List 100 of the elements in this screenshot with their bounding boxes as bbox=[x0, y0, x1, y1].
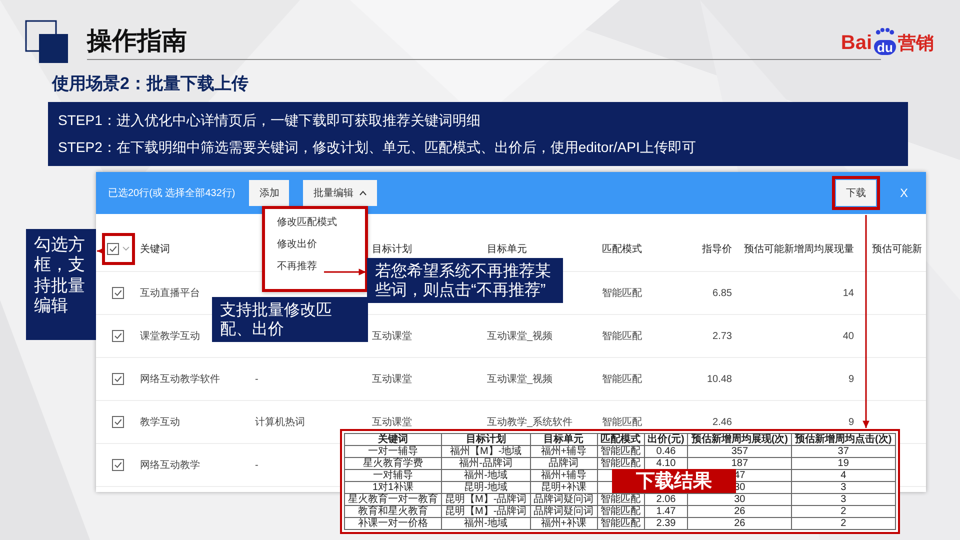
chevron-icon bbox=[122, 246, 130, 252]
table-cell: 智能匹配 bbox=[597, 506, 644, 518]
step-text: STEP2：在下载明细中筛选需要关键词，修改计划、单元、匹配模式、出价后，使用editor/API上传即可 bbox=[58, 138, 697, 156]
result-label: 下载结果 bbox=[612, 469, 736, 493]
checkbox[interactable] bbox=[112, 287, 124, 299]
table-cell: 1对1补课 bbox=[344, 482, 442, 494]
callout-note: 支持批量修改匹配、出价 bbox=[212, 297, 368, 342]
table-cell: 昆明【M】-品牌词 bbox=[442, 494, 530, 506]
table-cell-text: 互动课堂_视频 bbox=[487, 372, 553, 386]
column-header[interactable]: 目标单元 bbox=[487, 242, 527, 256]
callout-note: 若您希望系统不再推荐某些词，则点击“不再推荐” bbox=[367, 258, 563, 303]
table-cell: 10.48 bbox=[706, 374, 732, 384]
table-cell: 19 bbox=[792, 458, 896, 470]
download-button[interactable]: 下载 bbox=[836, 180, 876, 206]
table-cell: 福州-地域 bbox=[442, 518, 530, 530]
column-header: 预估新增周均点击(次) bbox=[792, 434, 896, 446]
checkbox[interactable] bbox=[112, 459, 124, 471]
column-header: 预估新增周均展现(次) bbox=[688, 434, 792, 446]
column-header: 目标计划 bbox=[442, 434, 530, 446]
table-cell: 4 bbox=[792, 470, 896, 482]
table-cell: 福州【M】-地域 bbox=[442, 446, 530, 458]
table-cell: 福州+辅导 bbox=[530, 446, 598, 458]
table-cell: 26 bbox=[688, 506, 792, 518]
table-cell-text: 互动直播平台 bbox=[140, 286, 200, 300]
table-cell-text: 教学互动 bbox=[140, 416, 180, 429]
column-header: 关键词 bbox=[344, 434, 442, 446]
table-cell: 智能匹配 bbox=[597, 446, 644, 458]
subtitle: 使用场景2：批量下载上传 bbox=[52, 73, 250, 94]
table-cell: 星火教育一对一教育 bbox=[344, 494, 442, 506]
table-cell: 品牌词疑问词 bbox=[530, 494, 598, 506]
table-cell-text: 互动教学_系统软件 bbox=[487, 416, 573, 429]
table-cell: 补课一对一价格 bbox=[344, 518, 442, 530]
table-cell-text: 互动课堂 bbox=[372, 372, 412, 386]
table-cell: 星火教育学费 bbox=[344, 458, 442, 470]
table-cell-text: 计算机热词 bbox=[255, 416, 305, 429]
selection-text: 已选20行(或 选择全部432行) bbox=[108, 186, 236, 200]
table-cell-text: 网络互动教学 bbox=[140, 459, 200, 472]
add-button[interactable]: 添加 bbox=[249, 180, 290, 206]
table-cell: 一对一辅导 bbox=[344, 446, 442, 458]
column-header: 目标单元 bbox=[530, 434, 598, 446]
table-cell: 昆明【M】-品牌词 bbox=[442, 506, 530, 518]
table-cell: 教育和星火教育 bbox=[344, 506, 442, 518]
column-header[interactable]: 目标计划 bbox=[372, 242, 412, 256]
table-cell: 2.73 bbox=[712, 330, 732, 342]
table-cell-text: 智能匹配 bbox=[602, 372, 642, 386]
logo-text: 营销 bbox=[898, 32, 934, 54]
checkbox[interactable] bbox=[112, 416, 124, 428]
column-header[interactable]: 预估可能新增周均展现量 bbox=[744, 242, 854, 256]
table-cell: 2 bbox=[792, 518, 896, 530]
checkbox[interactable] bbox=[112, 373, 124, 385]
menu-item[interactable]: 不再推荐 bbox=[277, 261, 317, 273]
table-cell: 3 bbox=[792, 494, 896, 506]
table-cell: 9 bbox=[848, 416, 854, 428]
table-cell: 14 bbox=[842, 288, 854, 298]
table-cell-text: 智能匹配 bbox=[602, 330, 642, 343]
logo-text: Bai bbox=[840, 32, 872, 54]
column-header: 出价(元) bbox=[644, 434, 688, 446]
table-cell: 357 bbox=[688, 446, 792, 458]
table-cell: 福州+补课 bbox=[530, 518, 598, 530]
table-cell: - bbox=[255, 374, 258, 384]
checkbox[interactable] bbox=[106, 242, 118, 254]
table-cell: - bbox=[255, 460, 258, 470]
table-cell-text: 课堂教学互动 bbox=[140, 330, 200, 343]
table-cell-text: 互动课堂 bbox=[372, 416, 412, 429]
step-text: STEP1：进入优化中心详情页后，一键下载即可获取推荐关键词明细 bbox=[58, 112, 482, 130]
table-cell-text: 互动课堂 bbox=[372, 330, 412, 343]
column-header[interactable]: 预估可能新 bbox=[872, 242, 922, 256]
table-cell: 6.85 bbox=[712, 288, 732, 298]
table-cell-text: 智能匹配 bbox=[602, 416, 642, 429]
table-cell: 昆明-地域 bbox=[442, 482, 530, 494]
batch-edit-dropdown[interactable]: 批量编辑 bbox=[303, 180, 378, 206]
table-cell: 2 bbox=[792, 506, 896, 518]
column-header[interactable]: 匹配模式 bbox=[602, 242, 642, 256]
column-header[interactable]: 关键词 bbox=[140, 242, 170, 256]
table-cell: 品牌词疑问词 bbox=[530, 506, 598, 518]
table-cell: 福州+辅导 bbox=[530, 470, 598, 482]
table-cell: 品牌词 bbox=[530, 458, 598, 470]
table-cell-text: 智能匹配 bbox=[602, 286, 642, 300]
table-cell: 1.47 bbox=[644, 506, 688, 518]
paw-logo: du bbox=[872, 28, 898, 54]
callout-note: 勾选方框，支持批量编辑 bbox=[26, 229, 96, 340]
table-cell: 福州-地域 bbox=[442, 470, 530, 482]
column-header: 匹配模式 bbox=[597, 434, 644, 446]
table-cell-text: 网络互动教学软件 bbox=[140, 373, 220, 386]
table-cell: 37 bbox=[792, 446, 896, 458]
table-cell: 9 bbox=[848, 374, 854, 384]
menu-item[interactable]: 修改出价 bbox=[277, 239, 317, 251]
table-cell: 昆明+补课 bbox=[530, 482, 598, 494]
menu-item[interactable]: 修改匹配模式 bbox=[277, 217, 337, 229]
table-cell: 一对辅导 bbox=[344, 470, 442, 482]
table-cell: 智能匹配 bbox=[597, 518, 644, 530]
table-cell-text: 互动课堂_视频 bbox=[487, 330, 553, 343]
checkbox[interactable] bbox=[112, 330, 124, 342]
table-cell: 福州-品牌词 bbox=[442, 458, 530, 470]
table-cell: 40 bbox=[842, 330, 854, 342]
caret-icon bbox=[359, 190, 368, 196]
table-cell: 2.39 bbox=[644, 518, 688, 530]
table-cell: 2.46 bbox=[712, 416, 732, 428]
squares-icon bbox=[25, 20, 69, 64]
column-header[interactable]: 指导价 bbox=[702, 242, 732, 256]
